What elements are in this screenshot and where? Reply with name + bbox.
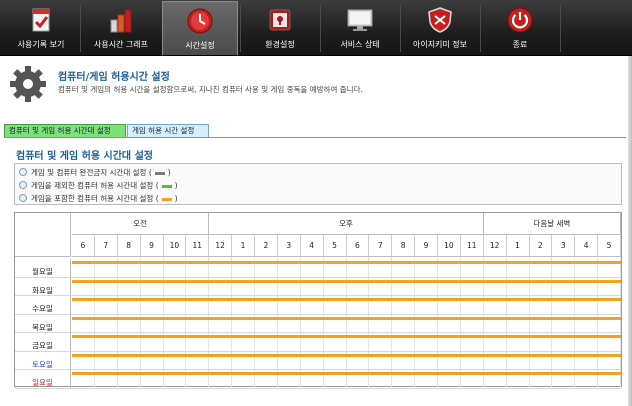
day-row[interactable]: 금요일: [15, 333, 621, 352]
schedule-grid: 오전 오후 다음날 새벽 6 7 8 9 10 11 12 1 2 3 4 5 6 7 8 9 10 11 12 1 2 3 4 5…: [14, 212, 622, 389]
hour-header: 11: [186, 235, 210, 257]
shield-icon: [428, 7, 452, 33]
day-row[interactable]: 토요일: [15, 351, 621, 371]
toolbar-label: 아이지키미 정보: [412, 40, 468, 49]
hour-header: 7: [94, 235, 118, 257]
main-toolbar: 사용기록 보기 사용시간 그래프 시간설정 환경설정 서비스 상태 아이지키미 …: [0, 0, 632, 56]
legend-label: 게임을 제외한 컴퓨터 허용 시간대 설정 (): [31, 181, 178, 190]
tab-game-time-settings[interactable]: 게임 허용 시간 설정: [127, 124, 209, 137]
toolbar-exit-button[interactable]: 종료: [482, 1, 558, 55]
allowed-time-bar[interactable]: [72, 298, 621, 301]
hour-header: 12: [209, 235, 233, 257]
clock-icon: [187, 8, 213, 34]
day-row[interactable]: 목요일: [15, 314, 621, 334]
allowed-time-bar[interactable]: [72, 353, 621, 357]
hour-header: 3: [552, 235, 576, 257]
toolbar-divider: [80, 4, 81, 52]
hour-header: 11: [460, 235, 484, 257]
hour-header: 10: [438, 235, 461, 257]
allowed-time-bar[interactable]: [72, 279, 621, 283]
toolbar-info-button[interactable]: 아이지키미 정보: [402, 1, 478, 55]
hour-header: 12: [483, 235, 507, 257]
toolbar-label: 환경설정: [265, 40, 295, 49]
day-label: 수요일: [15, 296, 71, 315]
green-swatch: [161, 184, 172, 188]
legend-label: 게임을 포함한 컴퓨터 허용 시간대 설정 (): [31, 194, 178, 203]
toolbar-env-settings-button[interactable]: 환경설정: [242, 1, 318, 55]
orange-swatch: [161, 197, 172, 201]
toolbar-time-settings-button[interactable]: 시간설정: [162, 1, 238, 55]
day-label: 화요일: [15, 277, 71, 297]
allowed-time-bar[interactable]: [72, 261, 621, 264]
toolbar-divider: [240, 4, 241, 52]
tab-divider: [4, 137, 626, 138]
toolbar-label: 시간설정: [185, 41, 215, 50]
hour-header: 1: [232, 235, 255, 257]
hour-header: 10: [163, 235, 187, 257]
allowed-time-bar[interactable]: [72, 316, 621, 320]
lock-settings-icon: [269, 9, 291, 31]
hour-header: 4: [575, 235, 599, 257]
grid-corner: [15, 213, 71, 257]
bar-graph-icon: [110, 9, 132, 33]
monitor-icon: [347, 9, 373, 31]
hour-header: 1: [506, 235, 530, 257]
hour-header: 7: [369, 235, 393, 257]
day-label: 금요일: [15, 333, 71, 352]
toolbar-divider: [320, 4, 321, 52]
allowed-time-bar[interactable]: [72, 335, 621, 338]
gear-icon: [10, 66, 46, 102]
hour-header: 3: [277, 235, 301, 257]
toolbar-divider: [400, 4, 401, 52]
toolbar-divider: [480, 4, 481, 52]
day-row[interactable]: 수요일: [15, 296, 621, 315]
tab-time-range-settings[interactable]: 컴퓨터 및 게임 허용 시간대 설정: [4, 124, 126, 137]
page-header: 컴퓨터/게임 허용시간 설정 컴퓨터 및 게임의 허용 시간을 설정함으로써, …: [0, 58, 632, 120]
allowed-time-bar[interactable]: [72, 372, 621, 375]
toolbar-usage-graph-button[interactable]: 사용시간 그래프: [82, 1, 160, 55]
day-label: 월요일: [15, 259, 71, 278]
hour-header: 9: [140, 235, 164, 257]
hour-header: 4: [300, 235, 324, 257]
section-title: 컴퓨터 및 게임 허용 시간대 설정: [16, 151, 154, 162]
period-header: 다음날 새벽: [483, 213, 621, 235]
radio-button[interactable]: [19, 181, 27, 189]
day-row[interactable]: 일요일: [15, 370, 621, 389]
hour-header: 5: [598, 235, 621, 257]
hour-header: 5: [323, 235, 347, 257]
radio-button[interactable]: [19, 168, 27, 176]
toolbar-label: 사용시간 그래프: [93, 40, 149, 49]
day-label: 일요일: [15, 370, 71, 389]
toolbar-label: 사용기록 보기: [17, 40, 65, 49]
legend-label: 게임 및 컴퓨터 완전금지 시간대 설정 (): [31, 168, 171, 177]
toolbar-usage-log-button[interactable]: 사용기록 보기: [4, 1, 78, 55]
toolbar-label: 종료: [512, 40, 528, 49]
gray-swatch: [154, 171, 165, 175]
hour-header: 9: [415, 235, 438, 257]
legend-box: 게임 및 컴퓨터 완전금지 시간대 설정 () 게임을 제외한 컴퓨터 허용 시…: [14, 163, 622, 205]
toolbar-label: 서비스 상태: [340, 40, 380, 49]
report-icon: [32, 8, 50, 32]
page-title: 컴퓨터/게임 허용시간 설정: [58, 72, 170, 83]
period-header: 오후: [209, 213, 484, 235]
day-label: 토요일: [15, 351, 71, 371]
hour-header: 6: [346, 235, 370, 257]
power-icon: [507, 7, 533, 33]
day-row[interactable]: 화요일: [15, 277, 621, 297]
day-row[interactable]: 월요일: [15, 259, 621, 278]
grid-row-line: [15, 387, 621, 389]
hour-header: 8: [117, 235, 141, 257]
toolbar-service-status-button[interactable]: 서비스 상태: [322, 1, 398, 55]
hour-header: 2: [255, 235, 278, 257]
toolbar-divider: [560, 4, 561, 52]
hour-header: 8: [392, 235, 416, 257]
day-label: 목요일: [15, 314, 71, 334]
radio-button[interactable]: [19, 194, 27, 202]
hour-header: 6: [72, 235, 95, 257]
hour-header: 2: [529, 235, 553, 257]
page-description: 컴퓨터 및 게임의 허용 시간을 설정함으로써, 지나친 컴퓨터 사용 및 게임…: [58, 85, 363, 94]
period-header: 오전: [72, 213, 210, 235]
